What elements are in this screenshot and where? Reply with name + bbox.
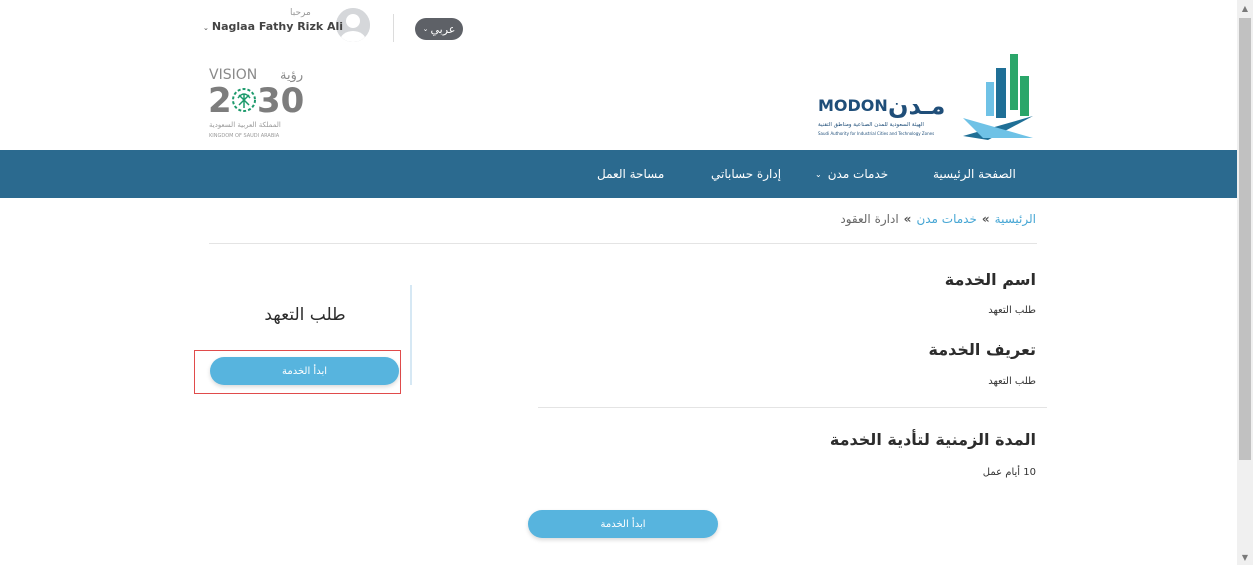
- vision-kingdom-ar: المملكة العربية السعودية: [209, 121, 281, 129]
- nav-services-label: خدمات مدن: [827, 167, 889, 181]
- chevron-down-icon: ⌄: [203, 24, 209, 32]
- main-navbar: الصفحة الرئيسية ⌄ خدمات مدن إدارة حسابات…: [0, 150, 1237, 198]
- card-divider: [410, 285, 412, 385]
- nav-workspace[interactable]: مساحة العمل: [597, 150, 664, 198]
- language-toggle[interactable]: ⌄ عربي: [415, 18, 463, 40]
- service-definition-value: طلب التعهد: [988, 376, 1036, 387]
- service-name-heading: اسم الخدمة: [944, 270, 1036, 289]
- scroll-down-icon[interactable]: ▼: [1237, 549, 1253, 565]
- vertical-scrollbar[interactable]: ▲ ▼: [1237, 0, 1253, 565]
- breadcrumb-current: ادارة العقود: [840, 212, 899, 226]
- divider: [538, 407, 1047, 408]
- card-title: طلب التعهد: [264, 305, 346, 325]
- modon-text-en: MODON: [818, 96, 888, 115]
- breadcrumb-separator: »: [981, 212, 990, 226]
- breadcrumb-services[interactable]: خدمات مدن: [916, 212, 976, 226]
- chevron-down-icon: ⌄: [422, 25, 429, 33]
- nav-services[interactable]: ⌄ خدمات مدن: [815, 150, 888, 198]
- palm-emblem-icon: [232, 88, 256, 112]
- page: ⌄ عربي مرحبا ⌄ Naglaa Fathy Rizk Ali VISI…: [0, 0, 1237, 565]
- chevron-down-icon: ⌄: [815, 169, 822, 179]
- vision-year-left: 2: [208, 81, 232, 121]
- modon-subtitle-en: Saudi Authority for Industrial Cities an…: [818, 131, 934, 136]
- breadcrumb: الرئيسية » خدمات مدن » ادارة العقود: [840, 212, 1036, 226]
- start-service-button[interactable]: ابدأ الخدمة: [210, 357, 399, 385]
- vision-2030-logo: VISION رؤية 2 30 المملكة العربية السعودي…: [208, 67, 304, 139]
- user-name: Naglaa Fathy Rizk Ali: [211, 20, 344, 33]
- nav-home[interactable]: الصفحة الرئيسية: [933, 150, 1016, 198]
- user-greeting: مرحبا: [290, 8, 311, 18]
- header-divider: [393, 14, 394, 42]
- language-toggle-label: عربي: [430, 22, 456, 36]
- modon-logo: MODON مـدن الهيئة السعودية للمدن الصناعي…: [818, 54, 1033, 140]
- vision-kingdom-en: KINGDOM OF SAUDI ARABIA: [209, 133, 280, 139]
- breadcrumb-separator: »: [903, 212, 912, 226]
- service-name-value: طلب التعهد: [988, 305, 1036, 316]
- divider: [209, 243, 1037, 244]
- start-service-button-bottom[interactable]: ابدأ الخدمة: [528, 510, 718, 538]
- service-definition-heading: تعريف الخدمة: [928, 340, 1037, 359]
- modon-text-ar: مـدن: [888, 92, 945, 120]
- nav-my-accounts[interactable]: إدارة حساباتي: [711, 150, 781, 198]
- breadcrumb-home[interactable]: الرئيسية: [995, 212, 1036, 226]
- service-duration-heading: المدة الزمنية لتأدية الخدمة: [829, 430, 1036, 449]
- scrollbar-thumb[interactable]: [1239, 18, 1251, 460]
- modon-subtitle-ar: الهيئة السعودية للمدن الصناعية ومناطق ال…: [818, 122, 924, 128]
- user-menu[interactable]: ⌄ Naglaa Fathy Rizk Ali: [203, 20, 343, 33]
- service-duration-value: 10 أيام عمل: [982, 467, 1036, 478]
- scroll-up-icon[interactable]: ▲: [1237, 0, 1253, 16]
- vision-year-right: 30: [257, 81, 304, 121]
